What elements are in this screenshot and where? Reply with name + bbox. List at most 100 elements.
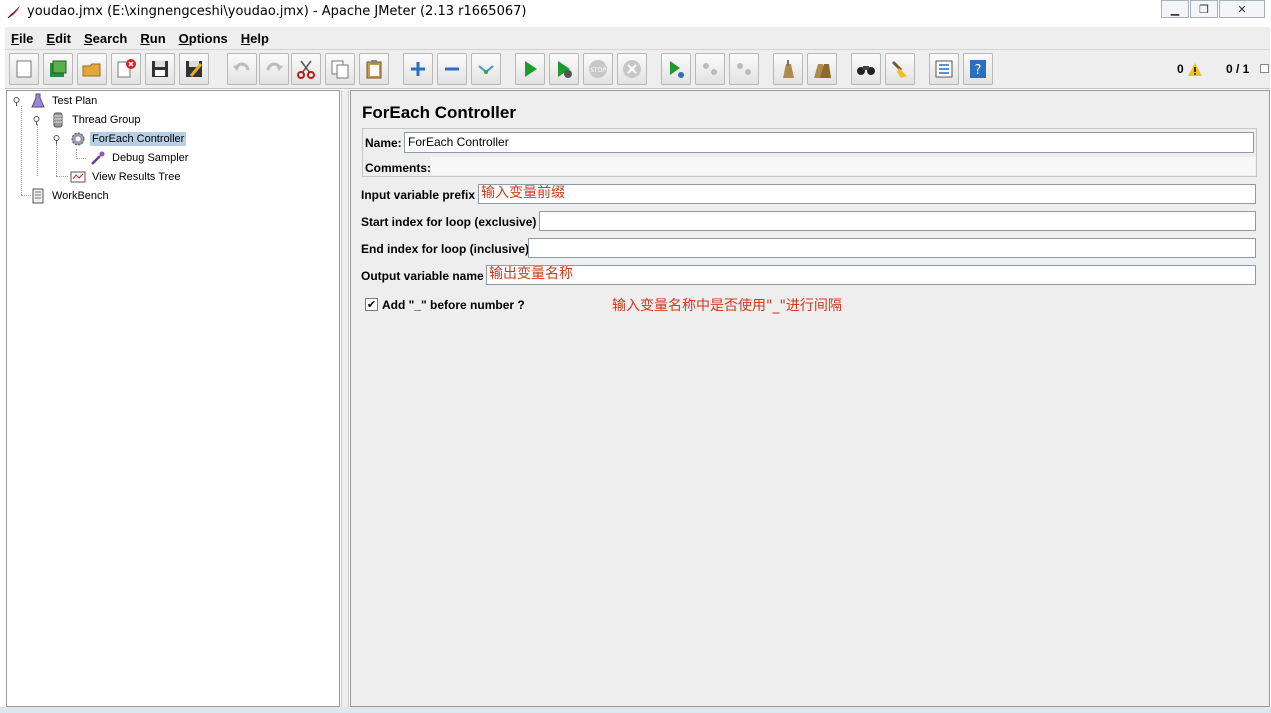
comments-label: Comments:	[365, 161, 432, 175]
save-button[interactable]	[145, 53, 175, 85]
running-indicator	[1260, 64, 1269, 73]
remote-exit-icon	[737, 63, 751, 75]
function-helper-button[interactable]	[929, 53, 959, 85]
tree-toggle-thread-group[interactable]	[32, 116, 41, 125]
stop-button[interactable]: STOP	[583, 53, 613, 85]
tree-toggle-foreach-controller[interactable]	[52, 135, 61, 144]
menu-file[interactable]: File	[5, 31, 40, 46]
jmeter-feather-icon	[6, 4, 22, 20]
end-index-input[interactable]	[528, 238, 1256, 258]
cut-icon	[297, 60, 315, 79]
copy-button[interactable]	[325, 53, 355, 85]
reset-search-button[interactable]	[885, 53, 915, 85]
tree-label: ForEach Controller	[90, 132, 187, 146]
thread-count: 0 / 1	[1226, 62, 1250, 76]
close-icon: ✕	[1237, 2, 1247, 16]
end-index-label: End index for loop (inclusive)	[361, 242, 530, 256]
remote-exit-all-button[interactable]	[729, 53, 759, 85]
thread-group-icon	[49, 111, 67, 129]
start-no-pause-icon	[558, 61, 572, 78]
name-comments-group: Name: ForEach Controller Comments:	[362, 128, 1257, 177]
tree-line	[56, 176, 68, 177]
templates-button[interactable]	[43, 53, 73, 85]
minimize-icon: ▁	[1170, 2, 1180, 16]
cut-button[interactable]	[291, 53, 321, 85]
tree-node-thread-group[interactable]: Thread Group	[49, 111, 142, 129]
tree-node-debug-sampler[interactable]: Debug Sampler	[89, 149, 190, 167]
pipette-icon	[89, 149, 107, 167]
expand-all-button[interactable]	[403, 53, 433, 85]
window-controls: ▁ ❐ ✕	[1160, 0, 1265, 18]
tree-label: Thread Group	[72, 114, 141, 126]
toggle-icon	[478, 65, 494, 74]
templates-icon	[50, 60, 67, 77]
test-plan-icon	[29, 92, 47, 110]
input-prefix-input[interactable]: 输入变量前缀	[478, 184, 1256, 204]
name-input[interactable]: ForEach Controller	[404, 132, 1254, 153]
redo-button[interactable]	[259, 53, 289, 85]
output-name-label: Output variable name	[361, 269, 484, 283]
start-button[interactable]	[515, 53, 545, 85]
tree-label: Debug Sampler	[112, 152, 189, 164]
menu-search[interactable]: Search	[78, 31, 134, 46]
window-title: youdao.jmx (E:\xingnengceshi\youdao.jmx)…	[27, 4, 527, 19]
tree-toggle-test-plan[interactable]	[12, 97, 21, 106]
search-icon	[857, 66, 875, 75]
new-button[interactable]	[9, 53, 39, 85]
tree-node-view-results-tree[interactable]: View Results Tree	[69, 168, 182, 186]
menu-help[interactable]: Help	[235, 31, 276, 46]
start-index-label: Start index for loop (exclusive)	[361, 215, 537, 229]
clear-all-button[interactable]	[807, 53, 837, 85]
search-button[interactable]	[851, 53, 881, 85]
clear-icon	[783, 60, 794, 78]
clear-all-icon	[814, 64, 831, 78]
start-no-pauses-button[interactable]	[549, 53, 579, 85]
tree-line	[76, 158, 86, 159]
workbench-icon	[29, 187, 47, 205]
remote-stop-icon	[703, 63, 717, 75]
title-bar: youdao.jmx (E:\xingnengceshi\youdao.jmx)…	[0, 0, 1271, 27]
checkmark-icon: ✔	[366, 298, 377, 311]
clear-button[interactable]	[773, 53, 803, 85]
close-file-button[interactable]	[111, 53, 141, 85]
minimize-button[interactable]: ▁	[1161, 0, 1189, 18]
restore-icon: ❐	[1199, 2, 1209, 16]
close-file-icon	[117, 59, 136, 78]
menu-options[interactable]: Options	[173, 31, 235, 46]
menu-edit[interactable]: Edit	[40, 31, 78, 46]
comments-input[interactable]	[431, 157, 1255, 175]
svg-text:STOP: STOP	[590, 67, 606, 74]
help-icon: ?	[970, 60, 986, 78]
output-name-input[interactable]: 输出变量名称	[486, 265, 1256, 285]
maximize-button[interactable]: ❐	[1190, 0, 1218, 18]
remote-start-all-button[interactable]	[661, 53, 691, 85]
help-button[interactable]: ?	[963, 53, 993, 85]
undo-button[interactable]	[227, 53, 257, 85]
desktop-strip	[0, 707, 1271, 713]
new-icon	[16, 60, 32, 78]
shutdown-button[interactable]	[617, 53, 647, 85]
warning-count: 0	[1177, 62, 1184, 76]
menu-run[interactable]: Run	[134, 31, 172, 46]
add-underscore-checkbox[interactable]: ✔	[365, 298, 378, 311]
expand-icon	[411, 62, 425, 76]
tree-node-workbench[interactable]: WorkBench	[29, 187, 111, 205]
function-helper-icon	[935, 60, 953, 78]
menu-bar: File Edit Search Run Options Help	[5, 27, 1270, 49]
tree-node-test-plan[interactable]: Test Plan	[29, 92, 99, 110]
save-as-button[interactable]	[179, 53, 209, 85]
open-button[interactable]	[77, 53, 107, 85]
start-index-input[interactable]	[539, 211, 1256, 231]
input-prefix-label: Input variable prefix	[361, 188, 476, 202]
toggle-button[interactable]	[471, 53, 501, 85]
collapse-all-button[interactable]	[437, 53, 467, 85]
reset-search-icon	[891, 60, 907, 78]
warning-icon[interactable]	[1188, 63, 1202, 76]
paste-button[interactable]	[359, 53, 389, 85]
close-button[interactable]: ✕	[1219, 0, 1265, 18]
gear-icon	[69, 130, 87, 148]
save-as-icon	[186, 61, 203, 77]
remote-stop-all-button[interactable]	[695, 53, 725, 85]
panel-splitter[interactable]	[341, 90, 349, 707]
tree-node-foreach-controller[interactable]: ForEach Controller	[69, 130, 187, 148]
